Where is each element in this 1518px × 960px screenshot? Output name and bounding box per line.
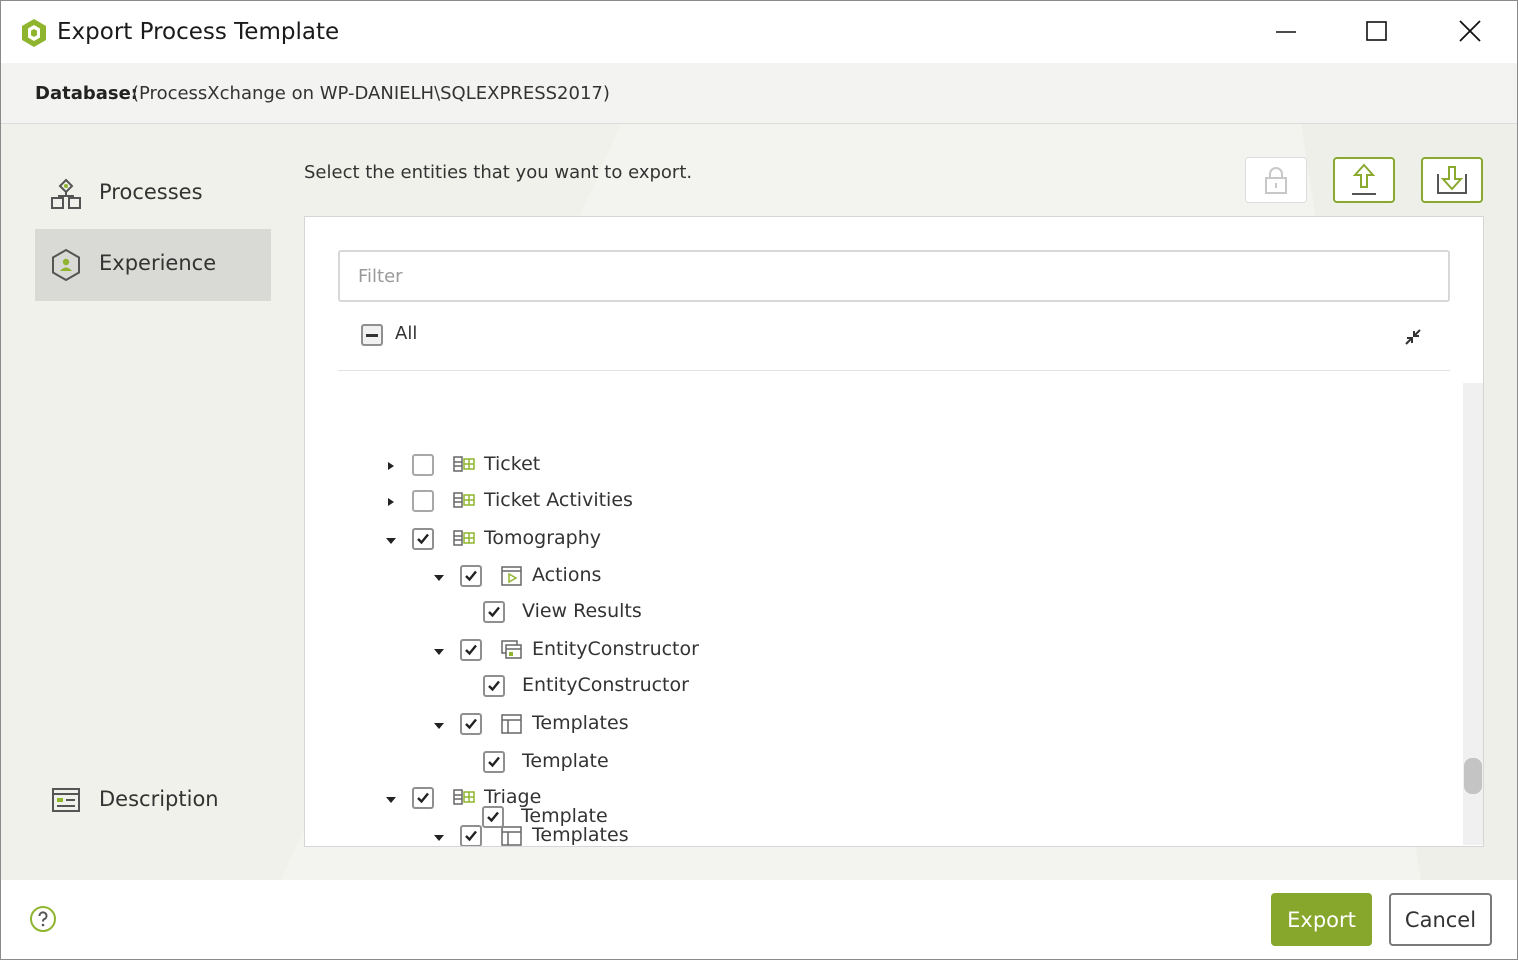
row-checkbox[interactable]	[482, 806, 504, 828]
caret-down-icon[interactable]	[384, 532, 398, 546]
database-value: (ProcessXchange on WP-DANIELH\SQLEXPRESS…	[132, 83, 610, 104]
processes-icon	[49, 177, 83, 211]
app-logo-icon	[21, 18, 47, 48]
entity-constructor-icon	[500, 639, 524, 661]
tree-row[interactable]: Templates	[305, 709, 1455, 739]
row-checkbox[interactable]	[483, 601, 505, 623]
lock-button[interactable]	[1245, 157, 1307, 203]
caret-down-icon[interactable]	[432, 717, 446, 731]
entity-icon	[453, 528, 477, 550]
tree-row-label: View Results	[522, 600, 642, 622]
minimize-button[interactable]	[1257, 11, 1315, 53]
database-label: Database:	[35, 83, 138, 104]
export-button[interactable]: Export	[1271, 893, 1372, 946]
all-checkbox[interactable]	[361, 324, 383, 346]
experience-icon	[49, 248, 83, 282]
nav-item-description[interactable]: Description	[35, 765, 271, 837]
nav-item-processes[interactable]: Processes	[35, 158, 271, 230]
tree-row[interactable]: Ticket	[305, 450, 1455, 480]
all-label: All	[395, 323, 418, 344]
close-button[interactable]	[1441, 11, 1499, 53]
window-title: Export Process Template	[57, 19, 340, 45]
actions-icon	[500, 565, 524, 587]
collapse-all-button[interactable]	[1401, 325, 1425, 349]
row-checkbox[interactable]	[460, 639, 482, 661]
tree-row-label: Template	[521, 805, 608, 827]
description-icon	[49, 784, 83, 818]
caret-right-icon[interactable]	[384, 494, 398, 508]
tree-row-label: Actions	[532, 564, 602, 586]
scrollbar-thumb[interactable]	[1464, 758, 1482, 794]
tree-row-label: EntityConstructor	[522, 674, 689, 696]
main-area: Processes Experience Description Select …	[1, 124, 1517, 880]
tree-row[interactable]: EntityConstructor	[305, 671, 1455, 701]
tree-row[interactable]: EntityConstructor	[305, 635, 1455, 665]
entity-icon	[453, 454, 477, 476]
row-checkbox[interactable]	[412, 528, 434, 550]
tree-row-label: Ticket Activities	[484, 489, 633, 511]
caret-down-icon[interactable]	[432, 643, 446, 657]
tree-row-label: Template	[522, 750, 609, 772]
row-checkbox[interactable]	[412, 490, 434, 512]
download-icon	[1437, 166, 1467, 194]
tree-row[interactable]: View Results	[305, 597, 1455, 627]
tree-row[interactable]: Tomography	[305, 524, 1455, 554]
maximize-button[interactable]	[1347, 11, 1405, 53]
database-bar: Database: (ProcessXchange on WP-DANIELH\…	[1, 63, 1517, 124]
row-checkbox[interactable]	[460, 565, 482, 587]
entity-panel: All	[304, 216, 1484, 847]
row-checkbox[interactable]	[483, 751, 505, 773]
collapse-icon	[1405, 329, 1421, 345]
footer: Export Cancel	[1, 880, 1517, 959]
tree-row-label: Templates	[532, 712, 629, 734]
tree-row[interactable]: Template	[304, 802, 1204, 832]
instructions-text: Select the entities that you want to exp…	[304, 162, 693, 183]
row-checkbox[interactable]	[412, 454, 434, 476]
entity-tree: Ticket Ticket Activities Tomography Acti…	[305, 373, 1465, 846]
tree-row-label: EntityConstructor	[532, 638, 699, 660]
row-checkbox[interactable]	[460, 713, 482, 735]
templates-icon	[500, 713, 524, 735]
caret-down-icon[interactable]	[432, 569, 446, 583]
title-bar: Export Process Template	[1, 1, 1517, 63]
tree-row-label: Ticket	[484, 453, 541, 475]
tree-row[interactable]: Ticket Activities	[305, 486, 1455, 516]
nav-item-label: Description	[99, 787, 219, 811]
lock-icon	[1265, 167, 1287, 194]
nav-item-label: Processes	[99, 180, 203, 204]
cancel-button[interactable]: Cancel	[1389, 893, 1492, 946]
download-button[interactable]	[1421, 157, 1483, 203]
nav-item-experience[interactable]: Experience	[35, 229, 271, 301]
tree-row[interactable]: Template	[305, 747, 1455, 777]
upload-icon	[1352, 163, 1376, 195]
tree-row[interactable]: Actions	[305, 561, 1455, 591]
export-dialog: Export Process Template Database: (Proce…	[0, 0, 1518, 960]
entity-icon	[453, 490, 477, 512]
nav-item-label: Experience	[99, 251, 217, 275]
upload-button[interactable]	[1333, 157, 1395, 203]
divider	[338, 370, 1450, 371]
help-icon[interactable]	[29, 905, 57, 933]
caret-right-icon[interactable]	[384, 458, 398, 472]
filter-input[interactable]	[338, 250, 1450, 302]
tree-row-label: Tomography	[484, 527, 601, 549]
row-checkbox[interactable]	[483, 675, 505, 697]
